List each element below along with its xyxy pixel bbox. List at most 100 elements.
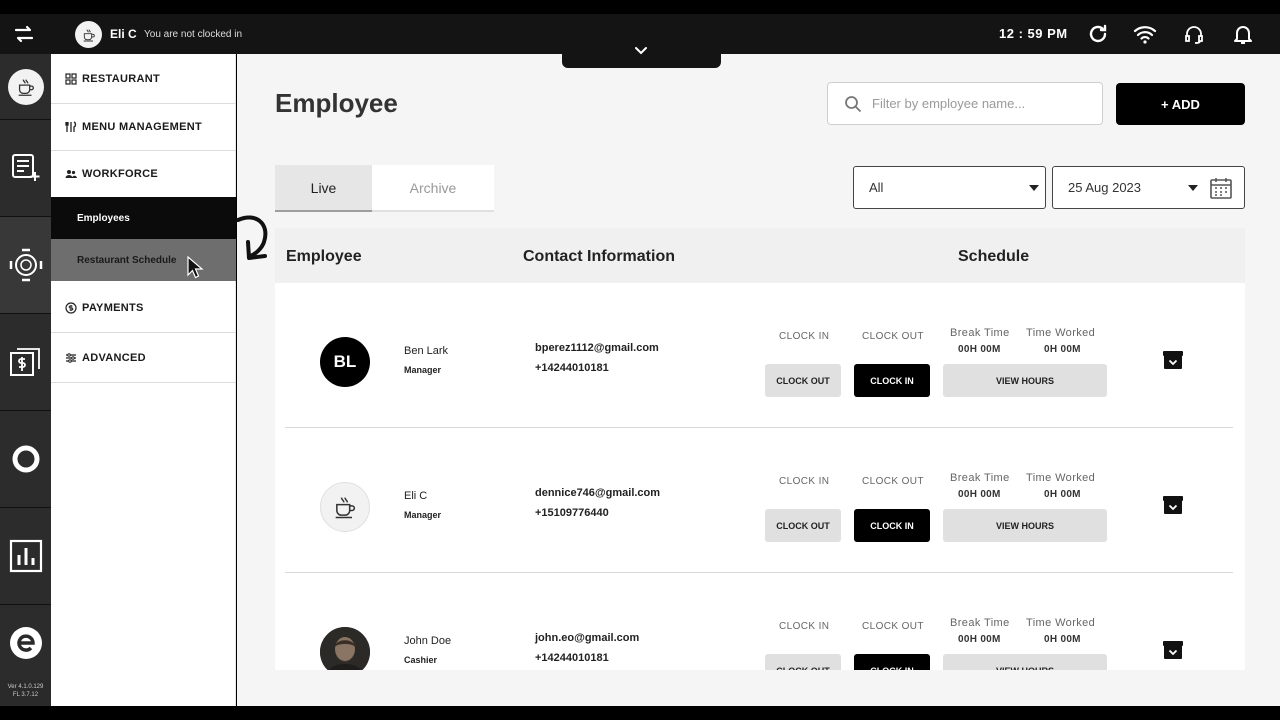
rail-item-home[interactable] <box>0 54 51 120</box>
filter-value: All <box>869 180 884 195</box>
left-rail: Ver 4.1.0.129 FL 3.7.12 <box>0 54 51 706</box>
time-worked-label: Time Worked <box>1026 472 1096 484</box>
user-name: Eli C <box>110 27 137 41</box>
employee-email: dennice746@gmail.com <box>535 487 661 499</box>
time-worked-label: Time Worked <box>1026 617 1096 629</box>
table-icon <box>9 248 42 282</box>
wifi-icon[interactable] <box>1133 22 1157 46</box>
view-hours-button[interactable]: VIEW HOURS <box>943 509 1107 542</box>
calendar-icon[interactable] <box>1209 176 1233 200</box>
rail-item-ring[interactable] <box>0 411 51 508</box>
annotation-arrow-icon <box>236 215 268 260</box>
rail-item-tables[interactable] <box>0 217 51 314</box>
submenu-restaurant-schedule[interactable]: Restaurant Schedule <box>51 239 236 281</box>
chart-icon <box>9 539 42 573</box>
rail-item-cash[interactable] <box>0 314 51 411</box>
menu-workforce-label: WORKFORCE <box>82 168 159 180</box>
sliders-icon <box>66 352 76 363</box>
side-menu: RESTAURANT MENU MANAGEMENT WORKFORCE Emp… <box>51 54 236 706</box>
user-avatar[interactable] <box>75 21 102 48</box>
refresh-icon[interactable] <box>1086 22 1110 46</box>
clock-time: 12 : 59 PM <box>999 26 1068 41</box>
mouse-pointer-icon <box>187 256 204 279</box>
break-time-value: 00H 00M <box>958 634 1001 645</box>
clock-in-label: CLOCK IN <box>779 476 830 487</box>
menu-menu-management[interactable]: MENU MANAGEMENT <box>51 104 236 151</box>
clock-in-label: CLOCK IN <box>779 331 830 342</box>
header-employee: Employee <box>286 248 362 265</box>
chevron-down-icon <box>635 47 647 55</box>
clock-out-button[interactable]: CLOCK OUT <box>765 654 841 670</box>
date-picker[interactable]: 25 Aug 2023 <box>1052 166 1245 209</box>
clock-out-label: CLOCK OUT <box>862 476 924 487</box>
menu-workforce[interactable]: WORKFORCE <box>51 151 236 197</box>
pull-down-tab[interactable] <box>562 47 721 68</box>
dollar-circle-icon <box>65 301 77 314</box>
archive-icon[interactable] <box>1162 639 1184 661</box>
break-time-label: Break Time <box>950 472 1010 484</box>
menu-restaurant[interactable]: RESTAURANT <box>51 54 236 104</box>
add-employee-button[interactable]: + ADD <box>1116 83 1245 125</box>
clock-out-label: CLOCK OUT <box>862 331 924 342</box>
version-line: Ver 4.1.0.129 <box>7 684 44 690</box>
bell-icon[interactable] <box>1231 22 1255 46</box>
avatar <box>320 627 370 670</box>
clock-in-button[interactable]: CLOCK IN <box>854 509 930 542</box>
header-contact: Contact Information <box>523 248 675 265</box>
archive-icon[interactable] <box>1162 494 1184 516</box>
break-time-value: 00H 00M <box>958 489 1001 500</box>
view-hours-button[interactable]: VIEW HOURS <box>943 654 1107 670</box>
rail-item-new-order[interactable] <box>0 120 51 217</box>
menu-payments-label: PAYMENTS <box>82 301 144 314</box>
archive-icon[interactable] <box>1162 349 1184 371</box>
menu-advanced[interactable]: ADVANCED <box>51 333 236 383</box>
search-icon <box>845 95 862 112</box>
time-worked-label: Time Worked <box>1026 327 1096 339</box>
swap-arrows-icon[interactable] <box>12 22 36 46</box>
search-box[interactable] <box>827 82 1103 125</box>
time-worked-value: 0H 00M <box>1044 344 1081 355</box>
tab-archive[interactable]: Archive <box>372 165 494 212</box>
filter-dropdown[interactable]: All <box>853 166 1046 209</box>
employee-email: bperez1112@gmail.com <box>535 342 659 354</box>
coffee-cup-icon <box>83 29 95 41</box>
coffee-cup-icon <box>335 497 356 519</box>
break-time-label: Break Time <box>950 327 1010 339</box>
avatar: BL <box>320 337 370 387</box>
add-order-icon <box>11 154 39 181</box>
date-value: 25 Aug 2023 <box>1068 180 1142 195</box>
employee-email: john.eo@gmail.com <box>535 632 640 644</box>
tab-live[interactable]: Live <box>275 165 372 212</box>
caret-down-icon <box>1029 185 1039 191</box>
cutlery-icon <box>65 121 77 132</box>
clock-out-label: CLOCK OUT <box>862 621 924 632</box>
avatar <box>320 482 370 532</box>
table-row: John Doe Cashier john.eo@gmail.com +1424… <box>275 573 1245 670</box>
submenu-employees[interactable]: Employees <box>51 197 236 239</box>
grid-icon <box>65 72 77 85</box>
employee-phone: +14244010181 <box>535 362 609 374</box>
employee-name: Eli C <box>404 490 428 502</box>
build-line: FL 3.7.12 <box>12 692 39 698</box>
clock-in-button[interactable]: CLOCK IN <box>854 654 930 670</box>
clock-in-button[interactable]: CLOCK IN <box>854 364 930 397</box>
table-row: Eli C Manager dennice746@gmail.com +1510… <box>275 428 1245 573</box>
user-photo-icon <box>320 627 370 670</box>
clock-out-button[interactable]: CLOCK OUT <box>765 364 841 397</box>
employee-name: Ben Lark <box>404 345 449 357</box>
rail-item-brand[interactable] <box>0 605 51 680</box>
rail-item-reports[interactable] <box>0 508 51 605</box>
time-worked-value: 0H 00M <box>1044 489 1081 500</box>
coffee-logo-icon <box>7 68 44 105</box>
clock-out-button[interactable]: CLOCK OUT <box>765 509 841 542</box>
menu-payments[interactable]: PAYMENTS <box>51 283 236 333</box>
view-hours-button[interactable]: VIEW HOURS <box>943 364 1107 397</box>
headset-icon[interactable] <box>1182 22 1206 46</box>
version-text: Ver 4.1.0.129 FL 3.7.12 <box>0 683 51 699</box>
page-title: Employee <box>275 88 398 118</box>
break-time-value: 00H 00M <box>958 344 1001 355</box>
clock-in-label: CLOCK IN <box>779 621 830 632</box>
cash-icon <box>9 348 40 376</box>
bottom-bar <box>0 706 1280 720</box>
search-input[interactable] <box>872 96 1082 111</box>
